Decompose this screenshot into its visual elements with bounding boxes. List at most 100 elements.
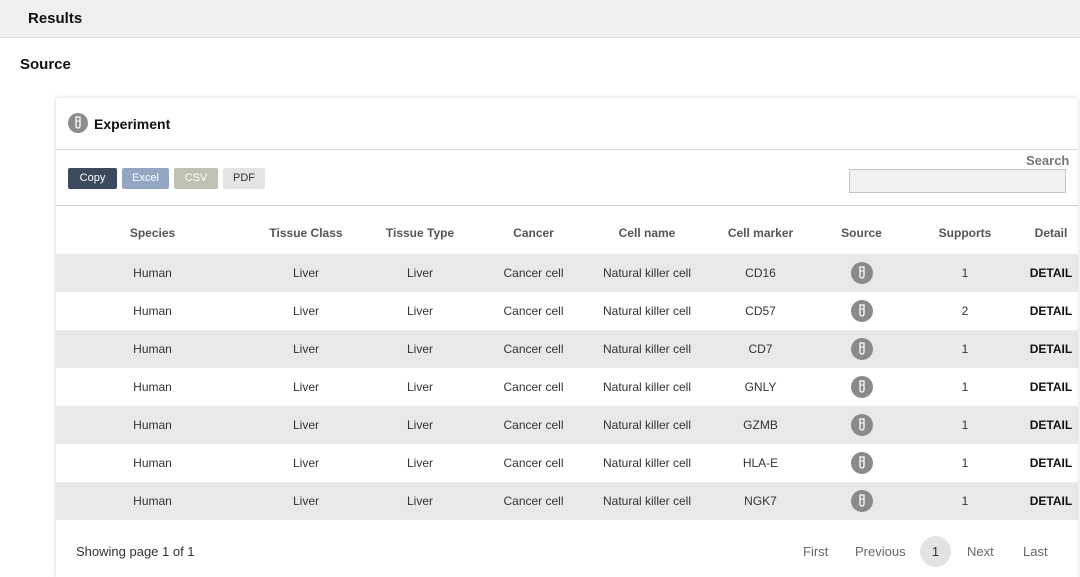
cell-species: Human [56, 330, 249, 368]
cell-species: Human [56, 406, 249, 444]
cell-cell-name: Natural killer cell [590, 406, 704, 444]
cell-cancer: Cancer cell [477, 330, 590, 368]
results-title: Results [28, 10, 83, 27]
test-tube-icon[interactable] [850, 262, 873, 284]
cell-cell-name: Natural killer cell [590, 254, 704, 292]
pagination-previous[interactable]: Previous [855, 544, 906, 559]
cell-cancer: Cancer cell [477, 254, 590, 292]
test-tube-icon[interactable] [850, 338, 873, 360]
cell-cell-name: Natural killer cell [602, 380, 692, 394]
cell-source [817, 444, 906, 482]
cell-supports: 1 [961, 456, 969, 470]
column-header-species[interactable]: Species [56, 212, 249, 254]
column-header-detail[interactable]: Detail [1024, 212, 1078, 254]
table-row: Human Liver Liver Cancer cell Natural ki… [56, 406, 1078, 444]
column-header-cell-name[interactable]: Cell name [590, 212, 704, 254]
cell-supports: 1 [961, 380, 969, 394]
cell-tissue-class: Liver [249, 254, 363, 292]
detail-link[interactable]: DETAIL [1024, 368, 1078, 406]
cell-tissue-class: Liver [249, 330, 363, 368]
excel-button[interactable]: Excel [122, 168, 169, 189]
cell-tissue-type: Liver [406, 380, 433, 394]
test-tube-icon [68, 113, 88, 133]
cell-species: Human [133, 456, 172, 470]
cell-cancer: Cancer cell [477, 482, 590, 520]
cell-cell-marker: GZMB [704, 406, 817, 444]
cell-tissue-class: Liver [292, 456, 319, 470]
cell-source [817, 254, 906, 292]
cell-supports: 1 [906, 254, 1024, 292]
cell-cell-name: Natural killer cell [602, 304, 692, 318]
source-title: Source [20, 56, 71, 73]
copy-button[interactable]: Copy [68, 168, 117, 189]
cell-tissue-class: Liver [249, 482, 363, 520]
cell-supports: 1 [906, 482, 1024, 520]
pagination-page-1[interactable]: 1 [920, 536, 951, 567]
cell-cancer: Cancer cell [477, 406, 590, 444]
detail-link[interactable]: DETAIL [1024, 254, 1078, 292]
detail-link[interactable]: DETAIL [1024, 482, 1078, 520]
column-header-source[interactable]: Source [817, 212, 906, 254]
cell-tissue-class: Liver [249, 406, 363, 444]
table-row: Human Liver Liver Cancer cell Natural ki… [56, 444, 1078, 482]
table-row: Human Liver Liver Cancer cell Natural ki… [56, 254, 1078, 292]
cell-tissue-type: Liver [406, 304, 433, 318]
cell-cell-name: Natural killer cell [602, 456, 692, 470]
cell-cell-name: Natural killer cell [590, 482, 704, 520]
cell-source [817, 482, 906, 520]
cell-species: Human [56, 254, 249, 292]
pdf-button[interactable]: PDF [223, 168, 265, 189]
pagination-next[interactable]: Next [967, 544, 994, 559]
cell-source [817, 292, 906, 330]
detail-link[interactable]: DETAIL [1024, 444, 1078, 482]
test-tube-icon[interactable] [850, 414, 873, 436]
cell-tissue-type: Liver [363, 330, 477, 368]
table-row: Human Liver Liver Cancer cell Natural ki… [56, 368, 1078, 406]
test-tube-icon[interactable] [850, 300, 873, 322]
pagination-first[interactable]: First [803, 544, 828, 559]
pagination-info: Showing page 1 of 1 [76, 544, 195, 559]
column-header-cell-marker[interactable]: Cell marker [704, 212, 817, 254]
cell-cell-marker: CD16 [704, 254, 817, 292]
cell-species: Human [133, 304, 172, 318]
results-header-bar: Results [0, 0, 1080, 38]
cell-cell-name: Natural killer cell [590, 330, 704, 368]
cell-tissue-type: Liver [363, 406, 477, 444]
cell-cell-marker: HLA-E [742, 456, 779, 470]
cell-tissue-type: Liver [363, 482, 477, 520]
search-label: Search [1026, 153, 1070, 168]
test-tube-icon[interactable] [850, 452, 873, 474]
cell-cell-marker: NGK7 [704, 482, 817, 520]
cell-cancer: Cancer cell [503, 456, 564, 470]
table-divider [56, 205, 1078, 206]
experiment-panel: Experiment Copy Excel CSV PDF Search Spe… [56, 98, 1078, 577]
cell-species: Human [133, 380, 172, 394]
column-header-cancer[interactable]: Cancer [477, 212, 590, 254]
cell-source [817, 406, 906, 444]
test-tube-icon[interactable] [850, 490, 873, 512]
column-header-supports[interactable]: Supports [906, 212, 1024, 254]
table-row: Human Liver Liver Cancer cell Natural ki… [56, 292, 1078, 330]
cell-cell-marker: CD57 [745, 304, 776, 318]
detail-link[interactable]: DETAIL [1024, 292, 1078, 330]
cell-source [817, 330, 906, 368]
cell-tissue-class: Liver [292, 304, 319, 318]
cell-cell-marker: GNLY [744, 380, 777, 394]
cell-tissue-type: Liver [406, 456, 433, 470]
test-tube-icon[interactable] [850, 376, 873, 398]
pagination-last[interactable]: Last [1023, 544, 1048, 559]
column-header-tissue-type[interactable]: Tissue Type [363, 212, 477, 254]
search-input[interactable] [849, 169, 1066, 193]
column-header-tissue-class[interactable]: Tissue Class [249, 212, 363, 254]
csv-button[interactable]: CSV [174, 168, 218, 189]
panel-title: Experiment [94, 116, 171, 132]
detail-link[interactable]: DETAIL [1024, 406, 1078, 444]
cell-supports: 2 [961, 304, 969, 318]
cell-tissue-type: Liver [363, 254, 477, 292]
cell-supports: 1 [906, 406, 1024, 444]
results-table: Species Tissue Class Tissue Type Cancer … [56, 212, 1078, 520]
cell-cancer: Cancer cell [503, 380, 564, 394]
detail-link[interactable]: DETAIL [1024, 330, 1078, 368]
panel-header: Experiment [56, 98, 1078, 150]
cell-supports: 1 [906, 330, 1024, 368]
